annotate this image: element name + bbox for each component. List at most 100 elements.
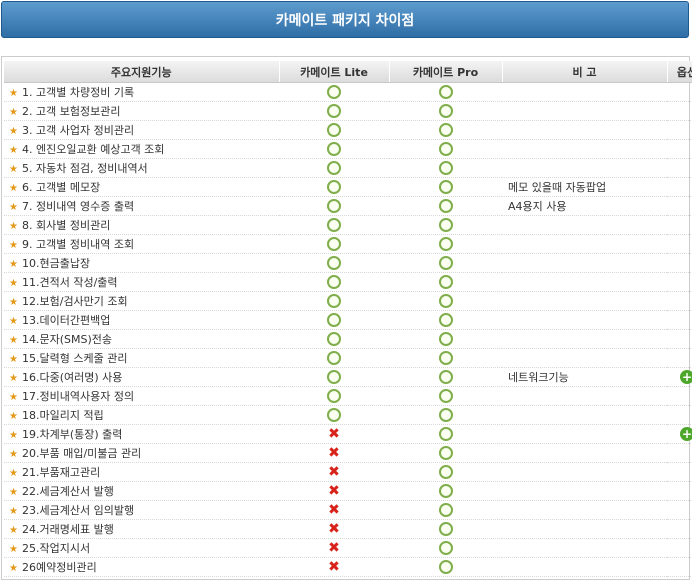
feature-cell: ★ 17.정비내역사용자 정의: [4, 386, 279, 406]
pro-cell: [389, 367, 502, 387]
option-cell: [667, 253, 692, 273]
circle-check-icon: [327, 237, 341, 251]
option-cell: [667, 519, 692, 539]
lite-cell: ✖: [279, 500, 389, 520]
circle-check-icon: [438, 351, 453, 365]
star-icon: ★: [9, 107, 18, 118]
option-cell: [667, 101, 692, 121]
star-icon: ★: [9, 487, 18, 498]
lite-cell: ✖: [279, 462, 389, 482]
note-cell: [502, 405, 667, 425]
star-icon: ★: [9, 240, 18, 251]
lite-cell: [279, 291, 389, 311]
option-cell: [667, 272, 692, 292]
feature-cell: ★ 7. 정비내역 영수증 출력: [4, 196, 279, 216]
pro-cell: [389, 500, 502, 520]
x-mark-icon: ✖: [328, 521, 340, 537]
feature-cell: ★ 4. 엔진오일교환 예상고객 조회: [4, 139, 279, 159]
feature-label: 14.문자(SMS)전송: [22, 333, 113, 346]
feature-label: 15.달력형 스케줄 관리: [22, 352, 128, 365]
pro-cell: [389, 234, 502, 254]
x-mark-icon: ✖: [328, 426, 340, 442]
circle-check-icon: [438, 256, 453, 270]
star-icon: ★: [9, 525, 18, 536]
lite-cell: [279, 272, 389, 292]
lite-cell: [279, 234, 389, 254]
table-row: ★ 17.정비내역사용자 정의: [4, 386, 692, 406]
feature-cell: ★ 19.차계부(통장) 출력: [4, 424, 279, 444]
circle-check-icon: [327, 389, 341, 403]
table-row: ★ 10.현금출납장: [4, 253, 692, 273]
feature-cell: ★ 5. 자동차 점검, 정비내역서: [4, 158, 279, 178]
option-cell: +: [667, 424, 692, 444]
circle-check-icon: [438, 104, 453, 118]
feature-label: 11.견적서 작성/출력: [22, 276, 118, 289]
option-cell: [667, 481, 692, 501]
option-cell: [667, 443, 692, 463]
feature-label: 12.보험/검사만기 조회: [22, 295, 128, 308]
option-cell: [667, 500, 692, 520]
note-cell: [502, 139, 667, 159]
star-icon: ★: [9, 259, 18, 270]
pro-cell: [389, 538, 502, 558]
feature-label: 6. 고객별 메모장: [22, 181, 101, 194]
star-icon: ★: [9, 544, 18, 555]
circle-check-icon: [327, 313, 341, 327]
feature-label: 7. 정비내역 영수증 출력: [22, 200, 135, 213]
table-row: ★ 11.견적서 작성/출력: [4, 272, 692, 292]
table-row: ★ 6. 고객별 메모장 메모 있을때 자동팝업: [4, 177, 692, 197]
feature-cell: ★ 3. 고객 사업자 정비관리: [4, 120, 279, 140]
star-icon: ★: [9, 88, 18, 99]
lite-cell: [279, 405, 389, 425]
note-cell: [502, 291, 667, 311]
header-lite: 카메이트 Lite: [279, 61, 390, 83]
circle-check-icon: [438, 522, 453, 536]
note-cell: [502, 120, 667, 140]
feature-cell: ★ 8. 회사별 정비관리: [4, 215, 279, 235]
feature-cell: ★ 10.현금출납장: [4, 253, 279, 273]
option-cell: [667, 329, 692, 349]
pro-cell: [389, 424, 502, 444]
star-icon: ★: [9, 468, 18, 479]
star-icon: ★: [9, 430, 18, 441]
lite-cell: [279, 253, 389, 273]
star-icon: ★: [9, 335, 18, 346]
circle-check-icon: [438, 199, 453, 213]
lite-cell: [279, 348, 389, 368]
circle-check-icon: [438, 85, 453, 99]
feature-cell: ★ 21.부품재고관리: [4, 462, 279, 482]
feature-cell: ★ 2. 고객 보험정보관리: [4, 101, 279, 121]
table-row: ★ 1. 고객별 차량정비 기록: [4, 82, 692, 102]
star-icon: ★: [9, 563, 18, 574]
pro-cell: [389, 272, 502, 292]
table-row: ★ 26예약정비관리 ✖: [4, 557, 692, 577]
circle-check-icon: [327, 104, 341, 118]
package-comparison-table: 주요지원기능 카메이트 Lite 카메이트 Pro 비 고 옵션 ★ 1. 고객별…: [4, 61, 692, 577]
plus-circle-icon: +: [680, 370, 692, 384]
table-row: ★ 16.다중(여러명) 사용 네트워크기능 +: [4, 367, 692, 387]
circle-check-icon: [438, 370, 453, 384]
circle-check-icon: [438, 446, 453, 460]
option-cell: [667, 291, 692, 311]
x-mark-icon: ✖: [328, 483, 340, 499]
pro-cell: [389, 158, 502, 178]
feature-label: 20.부품 매입/미불금 관리: [22, 447, 142, 460]
lite-cell: [279, 139, 389, 159]
note-cell: [502, 557, 667, 577]
lite-cell: [279, 177, 389, 197]
circle-check-icon: [438, 123, 453, 137]
feature-label: 9. 고객별 정비내역 조회: [22, 238, 135, 251]
note-cell: 네트워크기능: [502, 367, 667, 387]
star-icon: ★: [9, 316, 18, 327]
pro-cell: [389, 481, 502, 501]
circle-check-icon: [327, 180, 341, 194]
feature-label: 3. 고객 사업자 정비관리: [22, 124, 135, 137]
star-icon: ★: [9, 506, 18, 517]
circle-check-icon: [327, 142, 341, 156]
feature-label: 13.데이터간편백업: [22, 314, 111, 327]
pro-cell: [389, 519, 502, 539]
circle-check-icon: [438, 560, 453, 574]
pro-cell: [389, 310, 502, 330]
feature-label: 1. 고객별 차량정비 기록: [22, 86, 135, 99]
table-row: ★ 7. 정비내역 영수증 출력 A4용지 사용: [4, 196, 692, 216]
